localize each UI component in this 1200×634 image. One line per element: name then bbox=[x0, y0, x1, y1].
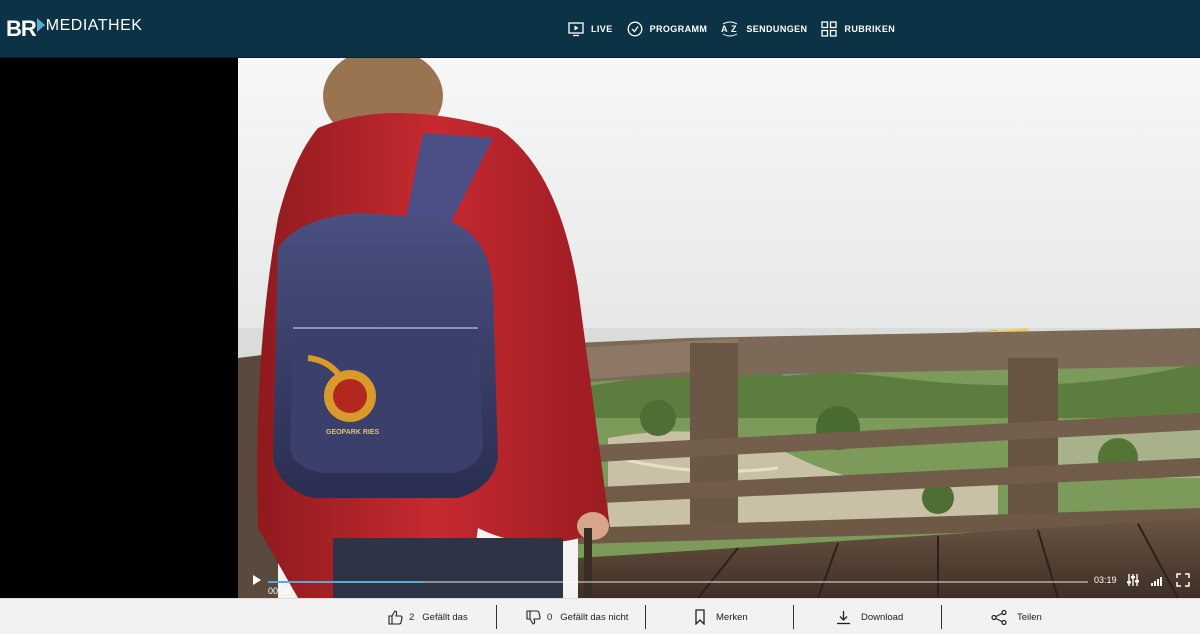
share-icon bbox=[991, 609, 1007, 625]
share-label: Teilen bbox=[1017, 611, 1042, 623]
fullscreen-icon[interactable] bbox=[1176, 573, 1190, 587]
logo-mark-icon bbox=[36, 18, 45, 32]
divider bbox=[496, 605, 497, 629]
svg-text:Z: Z bbox=[731, 24, 737, 34]
nav-live[interactable]: LIVE bbox=[568, 18, 613, 40]
clock-icon bbox=[627, 21, 643, 37]
nav-programm-label: PROGRAMM bbox=[649, 24, 708, 34]
backpack-logo-text: GEOPARK RIES bbox=[326, 429, 379, 436]
duration: 03:19 bbox=[1094, 575, 1117, 585]
app: BR MEDIATHEK LIVE PROGRAMM A Z SENDUNGEN… bbox=[0, 0, 1200, 634]
dislike-label: Gefällt das nicht bbox=[560, 611, 629, 623]
like-button[interactable]: 2 Gefällt das bbox=[388, 599, 468, 634]
logo-mediathek: MEDIATHEK bbox=[45, 17, 143, 34]
video-still: GEOPARK RIES bbox=[238, 58, 1200, 598]
progress-bar[interactable] bbox=[268, 581, 1088, 583]
br-mediathek-logo[interactable]: BR MEDIATHEK bbox=[6, 14, 142, 44]
video-player[interactable]: GEOPARK RIES 00:38 03:19 bbox=[0, 58, 1200, 598]
nav-live-label: LIVE bbox=[591, 24, 613, 34]
bookmark-label: Merken bbox=[716, 611, 748, 623]
logo-br: BR bbox=[6, 16, 37, 41]
tv-play-icon bbox=[568, 21, 584, 36]
settings-sliders-icon[interactable] bbox=[1126, 573, 1140, 587]
thumbs-down-icon bbox=[526, 609, 541, 625]
divider bbox=[645, 605, 646, 629]
current-time: 00:38 bbox=[268, 586, 291, 596]
divider bbox=[793, 605, 794, 629]
action-bar: 2 Gefällt das 0 Gefällt das nicht Merken bbox=[0, 598, 1200, 634]
volume-bars-icon[interactable] bbox=[1150, 573, 1164, 587]
like-count: 2 bbox=[409, 611, 415, 623]
like-label: Gefällt das bbox=[422, 611, 468, 623]
download-icon bbox=[837, 610, 850, 624]
thumbs-up-icon bbox=[388, 609, 403, 625]
bookmark-button[interactable]: Merken bbox=[694, 599, 748, 634]
share-button[interactable]: Teilen bbox=[991, 599, 1042, 634]
svg-text:A: A bbox=[721, 24, 728, 34]
download-button[interactable]: Download bbox=[836, 599, 903, 634]
dislike-button[interactable]: 0 Gefällt das nicht bbox=[526, 599, 628, 634]
main-nav: LIVE PROGRAMM A Z SENDUNGEN RUBRIKEN bbox=[568, 18, 909, 40]
divider bbox=[941, 605, 942, 629]
nav-sendungen-label: SENDUNGEN bbox=[746, 24, 808, 34]
nav-sendungen[interactable]: A Z SENDUNGEN bbox=[721, 18, 807, 40]
a-z-icon: A Z bbox=[721, 21, 738, 37]
progress-fill bbox=[268, 581, 424, 583]
player-controls: 00:38 03:19 bbox=[238, 560, 1200, 598]
video-frame[interactable]: GEOPARK RIES bbox=[238, 58, 1200, 598]
download-label: Download bbox=[861, 611, 904, 623]
grid-icon bbox=[821, 21, 838, 37]
nav-rubriken-label: RUBRIKEN bbox=[844, 24, 896, 34]
bookmark-icon bbox=[695, 609, 705, 625]
dislike-count: 0 bbox=[547, 611, 553, 623]
play-icon[interactable] bbox=[252, 575, 262, 585]
nav-programm[interactable]: PROGRAMM bbox=[627, 18, 708, 40]
nav-rubriken[interactable]: RUBRIKEN bbox=[821, 18, 895, 40]
top-bar: BR MEDIATHEK LIVE PROGRAMM A Z SENDUNGEN… bbox=[0, 0, 1200, 58]
